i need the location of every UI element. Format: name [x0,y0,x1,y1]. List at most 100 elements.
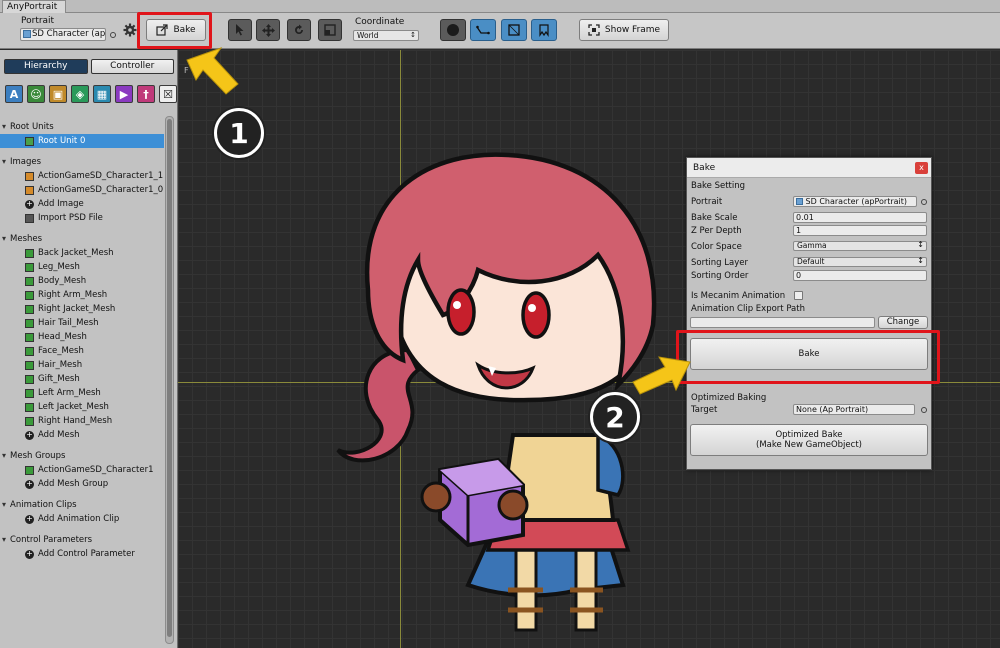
tree-item[interactable]: Body_Mesh [0,274,164,288]
tree-item[interactable]: Import PSD File [0,211,164,225]
onion-skin-toggle[interactable] [440,19,466,41]
scrollbar-thumb[interactable] [167,119,172,637]
text-icon[interactable]: A [5,85,23,103]
tree-item[interactable]: + Add Animation Clip [0,512,164,526]
tree-item[interactable]: Root Unit 0 [0,134,164,148]
tree-item[interactable]: ActionGameSD_Character1_0 [0,183,164,197]
show-frame-label: Show Frame [604,25,661,35]
tree-label: Right Arm_Mesh [38,290,108,300]
tree-item[interactable]: Left Arm_Mesh [0,386,164,400]
select-tool-button[interactable] [228,19,252,41]
portrait-field[interactable]: SD Character (ap [20,28,106,41]
close-icon[interactable]: x [915,162,928,174]
tree-label: Root Unit 0 [38,136,86,146]
mecanim-checkbox[interactable] [794,291,803,300]
move-tool-button[interactable] [256,19,280,41]
window-tab-anyportrait[interactable]: AnyPortrait [2,0,67,13]
tree-item[interactable]: + Add Image [0,197,164,211]
optimized-bake-button[interactable]: Optimized Bake (Make New GameObject) [690,424,928,456]
tree-item[interactable]: Right Jacket_Mesh [0,302,164,316]
character-icon[interactable]: ☺ [27,85,45,103]
mesh-group-icon[interactable]: ▦ [93,85,111,103]
sorting-order-input[interactable]: 0 [793,270,927,281]
step-2-badge: 2 [590,392,640,442]
tree-label: Hair Tail_Mesh [38,318,99,328]
export-path-input[interactable] [690,317,875,328]
tree-label: Face_Mesh [38,346,84,356]
tree-item[interactable]: Left Jacket_Mesh [0,400,164,414]
mesh-icon [25,389,34,398]
mesh-visibility-toggle[interactable] [501,19,527,41]
tree-item[interactable]: ActionGameSD_Character1 [0,463,164,477]
sidebar-scrollbar[interactable] [165,116,174,644]
tree-item[interactable]: Head_Mesh [0,330,164,344]
tree-item[interactable]: Gift_Mesh [0,372,164,386]
tree-label: Body_Mesh [38,276,87,286]
show-frame-button[interactable]: Show Frame [579,19,669,41]
tree-label: Add Animation Clip [38,514,120,524]
hierarchy-tree: Root Units Root Unit 0 Images ActionGameSD_… [0,120,164,561]
tree-item[interactable]: Right Arm_Mesh [0,288,164,302]
scale-icon [324,24,336,36]
coordinate-label: Coordinate [355,17,405,27]
tree-category[interactable]: Meshes [0,232,164,246]
tree-category[interactable]: Control Parameters [0,533,164,547]
color-space-select[interactable]: Gamma ↕ [793,241,927,251]
sorting-layer-label: Sorting Layer [691,258,748,268]
color-space-value: Gamma [797,241,827,250]
tree-item[interactable]: Hair Tail_Mesh [0,316,164,330]
physics-toggle[interactable] [531,19,557,41]
tab-hierarchy[interactable]: Hierarchy [4,59,88,74]
tree-label: Import PSD File [38,213,103,223]
tree-item[interactable]: Hair_Mesh [0,358,164,372]
scale-tool-button[interactable] [318,19,342,41]
add-icon: + [25,199,34,209]
target-label: Target [691,405,718,415]
tree-category[interactable]: Animation Clips [0,498,164,512]
tree-item[interactable]: ActionGameSD_Character1_1 [0,169,164,183]
bake-dialog-titlebar[interactable]: Bake x [687,158,931,178]
tree-label: Right Hand_Mesh [38,416,113,426]
tree-category[interactable]: Root Units [0,120,164,134]
tree-item[interactable]: Leg_Mesh [0,260,164,274]
sorting-layer-select[interactable]: Default ↕ [793,257,927,267]
tree-item[interactable]: Right Hand_Mesh [0,414,164,428]
bake-scale-input[interactable]: 0.01 [793,212,927,223]
bone-visibility-toggle[interactable] [470,19,496,41]
tree-category[interactable]: Images [0,155,164,169]
control-param-icon[interactable]: † [137,85,155,103]
tree-category[interactable]: Mesh Groups [0,449,164,463]
object-picker-icon[interactable] [921,407,927,413]
object-picker-icon[interactable] [110,32,116,38]
change-path-button[interactable]: Change [878,316,928,329]
object-picker-icon[interactable] [921,199,927,205]
tab-controller[interactable]: Controller [90,59,174,74]
chevron-updown-icon: ↕ [917,240,924,249]
bake-dialog: Bake x Bake Setting Portrait SD Characte… [686,157,932,470]
bake-setting-header: Bake Setting [691,181,746,191]
animation-icon[interactable]: ▶ [115,85,133,103]
export-path-label: Animation Clip Export Path [691,304,805,314]
mesh-icon [25,249,34,258]
coordinate-select[interactable]: World ↕ [353,30,419,41]
portrait-field-value: SD Character (ap [32,29,106,39]
mesh-icon[interactable]: ◈ [71,85,89,103]
tree-item[interactable]: + Add Control Parameter [0,547,164,561]
move-arrows-icon [261,23,275,37]
rotate-tool-button[interactable] [287,19,311,41]
close-box-icon[interactable]: ☒ [159,85,177,103]
tree-item[interactable]: + Add Mesh [0,428,164,442]
tree-label: Leg_Mesh [38,262,80,272]
tree-item[interactable]: Face_Mesh [0,344,164,358]
portrait-label: Portrait [21,16,55,26]
bake-portrait-field[interactable]: SD Character (apPortrait) [793,196,917,207]
tree-item[interactable]: Back Jacket_Mesh [0,246,164,260]
optimized-bake-line2: (Make New GameObject) [756,440,862,450]
portrait-object-icon [796,198,803,205]
tree-item[interactable]: + Add Mesh Group [0,477,164,491]
chevron-updown-icon: ↕ [917,256,924,265]
z-per-depth-input[interactable]: 1 [793,225,927,236]
image-icon[interactable]: ▣ [49,85,67,103]
target-field[interactable]: None (Ap Portrait) [793,404,915,415]
